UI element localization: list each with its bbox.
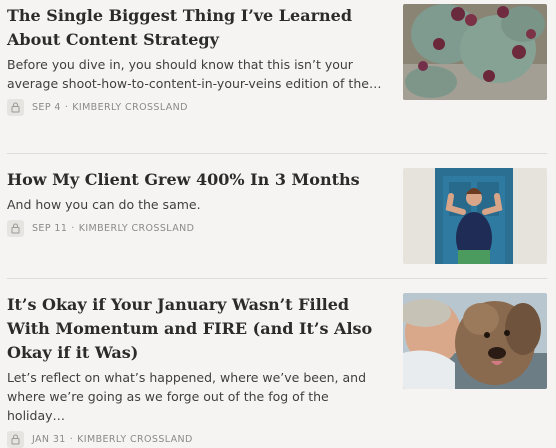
post-title[interactable]: How My Client Grew 400% In 3 Months [7, 168, 387, 192]
post-text: How My Client Grew 400% In 3 Months And … [7, 168, 387, 237]
post-list: The Single Biggest Thing I’ve Learned Ab… [0, 0, 556, 448]
divider [7, 278, 547, 279]
lock-icon [7, 220, 24, 237]
post-title[interactable]: It’s Okay if Your January Wasn’t Filled … [7, 293, 387, 365]
post-item[interactable]: How My Client Grew 400% In 3 Months And … [7, 168, 547, 264]
post-text: It’s Okay if Your January Wasn’t Filled … [7, 293, 387, 448]
post-title[interactable]: The Single Biggest Thing I’ve Learned Ab… [7, 4, 387, 52]
post-text: The Single Biggest Thing I’ve Learned Ab… [7, 4, 387, 116]
post-subtitle: And how you can do the same. [7, 197, 201, 212]
post-author[interactable]: KIMBERLY CROSSLAND [77, 434, 193, 445]
meta-separator: · [71, 223, 75, 234]
lock-icon [7, 431, 24, 448]
divider [7, 153, 547, 154]
post-subtitle: Let’s reflect on what’s happened, where … [7, 370, 367, 423]
post-item[interactable]: It’s Okay if Your January Wasn’t Filled … [7, 293, 547, 448]
post-meta: JAN 31 · KIMBERLY CROSSLAND [7, 431, 387, 448]
post-thumbnail-cactus[interactable] [403, 4, 547, 100]
post-date: JAN 31 [32, 434, 66, 445]
post-date: SEP 4 [32, 102, 61, 113]
post-thumbnail-woman-flexing[interactable] [403, 168, 547, 264]
post-thumbnail-woman-with-dog[interactable] [403, 293, 547, 389]
post-author[interactable]: KIMBERLY CROSSLAND [79, 223, 195, 234]
post-item[interactable]: The Single Biggest Thing I’ve Learned Ab… [7, 4, 547, 116]
post-subtitle: Before you dive in, you should know that… [7, 57, 382, 91]
post-author[interactable]: KIMBERLY CROSSLAND [72, 102, 188, 113]
post-meta: SEP 11 · KIMBERLY CROSSLAND [7, 220, 387, 237]
meta-separator: · [64, 102, 69, 113]
post-date: SEP 11 [32, 223, 68, 234]
meta-separator: · [69, 434, 74, 445]
lock-icon [7, 99, 24, 116]
post-meta: SEP 4 · KIMBERLY CROSSLAND [7, 99, 387, 116]
